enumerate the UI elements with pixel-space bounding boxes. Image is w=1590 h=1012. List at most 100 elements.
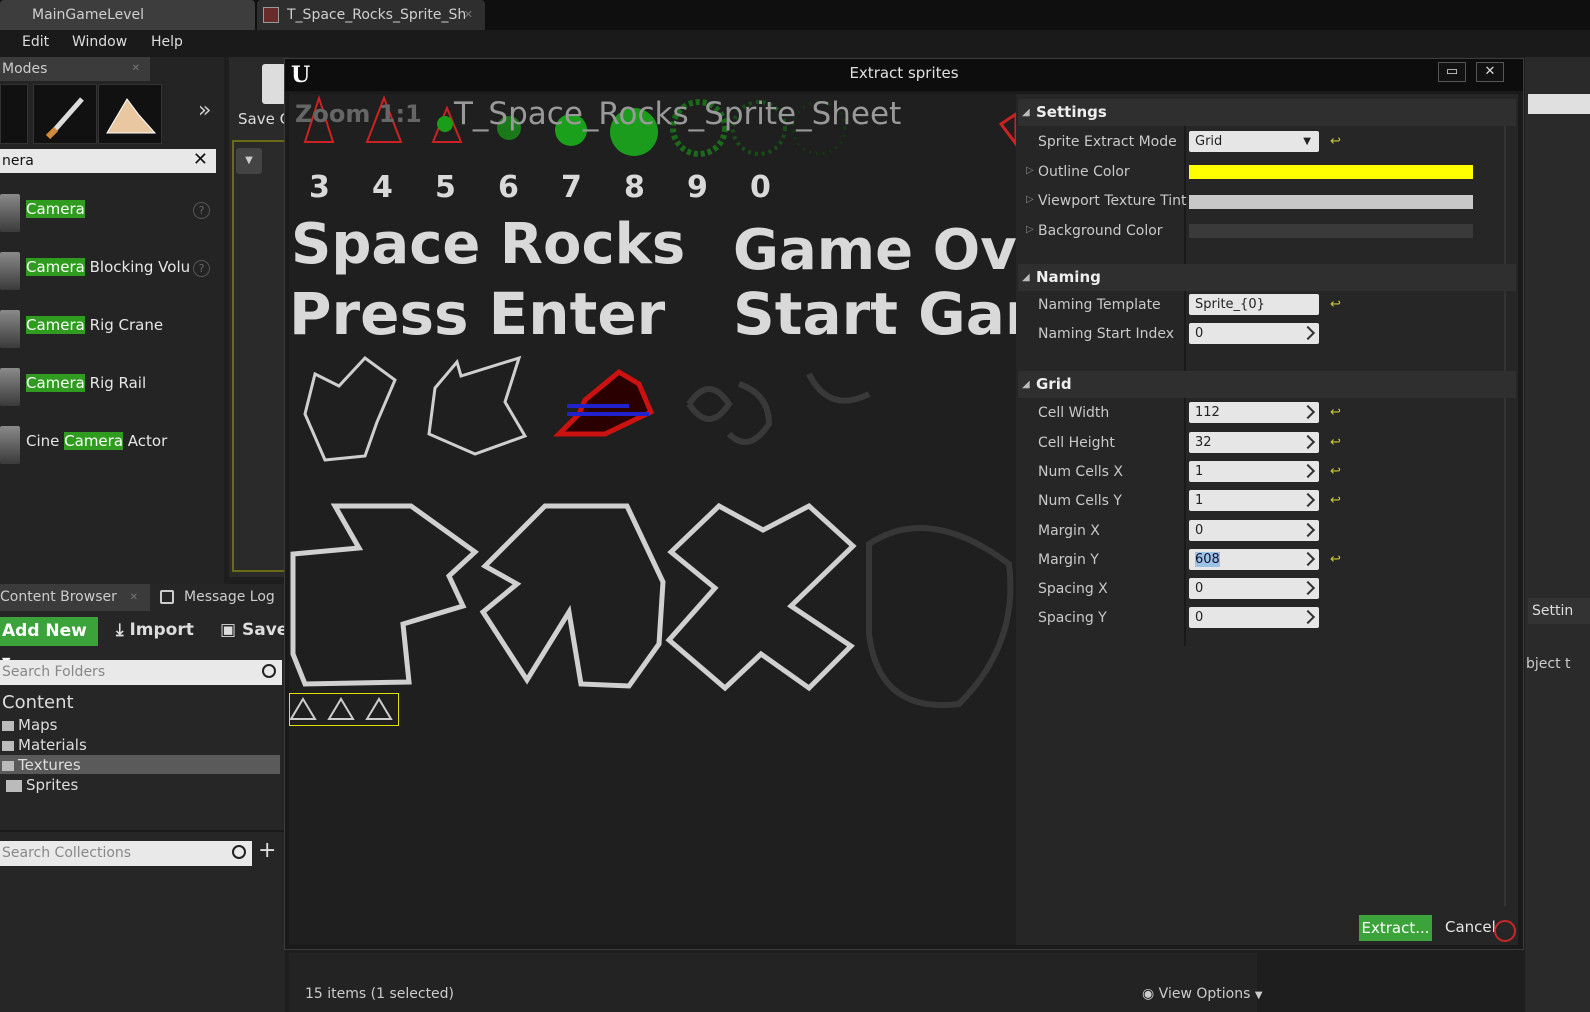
outline-color-swatch[interactable]: [1189, 165, 1473, 179]
reset-icon[interactable]: ↩: [1330, 134, 1341, 149]
spin-icon: [1300, 463, 1316, 479]
close-icon[interactable]: ✕: [130, 584, 138, 611]
tree-item-maps[interactable]: Maps: [2, 716, 57, 734]
items-count: 15 items (1 selected): [305, 986, 455, 1002]
search-input[interactable]: nera ✕: [0, 149, 216, 173]
button-label: Import: [129, 620, 194, 640]
list-item[interactable]: Camera Rig Rail: [0, 356, 220, 412]
background-color-swatch[interactable]: [1189, 224, 1473, 238]
details-search[interactable]: [1528, 94, 1590, 114]
section-naming[interactable]: Naming: [1018, 264, 1516, 291]
tree-label: Sprites: [26, 776, 79, 794]
cell-height-input[interactable]: 32: [1189, 432, 1319, 453]
close-button[interactable]: ✕: [1476, 62, 1504, 82]
zoom-label: Zoom 1:1: [295, 100, 422, 128]
section-grid[interactable]: Grid: [1018, 371, 1516, 398]
tree-label: Textures: [18, 756, 81, 774]
view-options-button[interactable]: ◉ View Options ▼: [1142, 986, 1263, 1002]
reset-icon[interactable]: ↩: [1330, 435, 1341, 450]
cell-width-input[interactable]: 112: [1189, 402, 1319, 423]
digit-8: 8: [624, 170, 645, 205]
section-settings[interactable]: Settings: [1018, 99, 1516, 126]
tree-item-textures[interactable]: Textures: [2, 756, 81, 774]
press-enter-text: Press Enter: [289, 280, 666, 348]
tab-main-game-level[interactable]: MainGameLevel: [0, 0, 255, 30]
menu-edit[interactable]: Edit: [22, 34, 49, 50]
label-post: Rig Rail: [84, 374, 147, 392]
spacing-y-input[interactable]: 0: [1189, 607, 1319, 628]
list-item[interactable]: Camera?: [0, 182, 220, 238]
maximize-button[interactable]: ▭: [1438, 62, 1466, 82]
scrollbar[interactable]: [1504, 126, 1506, 906]
search-icon: [262, 664, 276, 678]
help-icon[interactable]: ?: [193, 260, 210, 277]
folder-icon: [6, 779, 22, 792]
search-collections-input[interactable]: Search Collections: [0, 841, 252, 866]
close-icon[interactable]: ✕: [464, 0, 473, 30]
tab-settings[interactable]: Settin: [1528, 598, 1590, 624]
margin-x-input[interactable]: 0: [1189, 520, 1319, 541]
spacing-x-input[interactable]: 0: [1189, 578, 1319, 599]
label-match: Camera: [64, 432, 124, 450]
ship-lives-icons: [289, 697, 393, 720]
title-text: Space Rocks: [291, 212, 686, 277]
reset-icon[interactable]: ↩: [1330, 464, 1341, 479]
num-cells-x-input[interactable]: 1: [1189, 461, 1319, 482]
modes-title: Modes: [2, 61, 48, 77]
field-value-selected: 608: [1195, 552, 1220, 567]
list-item[interactable]: Cine Camera Actor: [0, 414, 220, 470]
reset-icon[interactable]: ↩: [1330, 297, 1341, 312]
place-mode-icon[interactable]: [0, 84, 28, 144]
button-label: View Options: [1158, 986, 1251, 1002]
clear-icon[interactable]: ✕: [193, 148, 208, 172]
menu-help[interactable]: Help: [151, 34, 183, 50]
reset-icon[interactable]: ↩: [1330, 552, 1341, 567]
tab-content-browser[interactable]: Content Browser ✕: [0, 584, 150, 611]
save-current-label[interactable]: Save C: [238, 110, 290, 128]
search-folders-input[interactable]: Search Folders: [0, 660, 282, 685]
add-collection-icon[interactable]: +: [258, 838, 276, 863]
rig-crane-icon: [0, 310, 20, 348]
margin-y-input[interactable]: 608: [1189, 549, 1319, 570]
save-icon[interactable]: [262, 64, 286, 104]
paint-mode-icon[interactable]: [33, 84, 97, 144]
tab-sprite-sheet[interactable]: T_Space_Rocks_Sprite_Sh ✕: [257, 0, 485, 30]
reset-icon[interactable]: ↩: [1330, 493, 1341, 508]
label-outline-color: Outline Color: [1026, 164, 1130, 180]
import-button[interactable]: ⤓ Import: [116, 620, 194, 640]
tree-item-materials[interactable]: Materials: [2, 736, 87, 754]
list-item[interactable]: Camera Blocking Volu?: [0, 240, 220, 296]
modes-tab[interactable]: Modes ✕: [0, 57, 150, 81]
texture-preview[interactable]: Zoom 1:1 T_Space_Rocks_Sprite_Sheet 3 4 …: [289, 94, 1016, 945]
tree-item-content[interactable]: Content: [2, 692, 74, 713]
chevron-right-icon[interactable]: »: [198, 98, 211, 123]
save-all-button[interactable]: ▣ Save: [220, 620, 288, 640]
close-icon[interactable]: ✕: [132, 57, 140, 81]
naming-start-index-input[interactable]: 0: [1189, 323, 1319, 344]
label-match: Camera: [26, 374, 85, 392]
add-new-button[interactable]: Add New ▼: [0, 617, 98, 668]
field-value: 0: [1195, 581, 1204, 596]
naming-template-input[interactable]: Sprite_{0}: [1189, 294, 1319, 315]
reset-icon[interactable]: ↩: [1330, 405, 1341, 420]
spin-icon: [1300, 609, 1316, 625]
save-icon: ▣: [220, 620, 237, 640]
list-item[interactable]: Camera Rig Crane: [0, 298, 220, 354]
menu-window[interactable]: Window: [72, 34, 127, 50]
tree-item-sprites[interactable]: Sprites: [6, 776, 78, 794]
num-cells-y-input[interactable]: 1: [1189, 490, 1319, 511]
rig-rail-icon: [0, 368, 20, 406]
digit-7: 7: [561, 170, 582, 205]
landscape-mode-icon[interactable]: [98, 84, 162, 144]
asset-view-footer: [289, 953, 1257, 1012]
import-icon: ⤓: [116, 620, 124, 640]
label-margin-x: Margin X: [1038, 523, 1100, 539]
sprite-extract-mode-select[interactable]: Grid ▼: [1189, 131, 1319, 152]
cancel-button[interactable]: Cancel: [1445, 918, 1496, 936]
help-icon[interactable]: ?: [193, 202, 210, 219]
spin-icon: [1300, 325, 1316, 341]
cancel-icon[interactable]: [1494, 920, 1516, 942]
tab-message-log[interactable]: Message Log: [152, 584, 285, 611]
extract-button[interactable]: Extract...: [1359, 915, 1432, 941]
viewport-tint-swatch[interactable]: [1189, 195, 1473, 209]
